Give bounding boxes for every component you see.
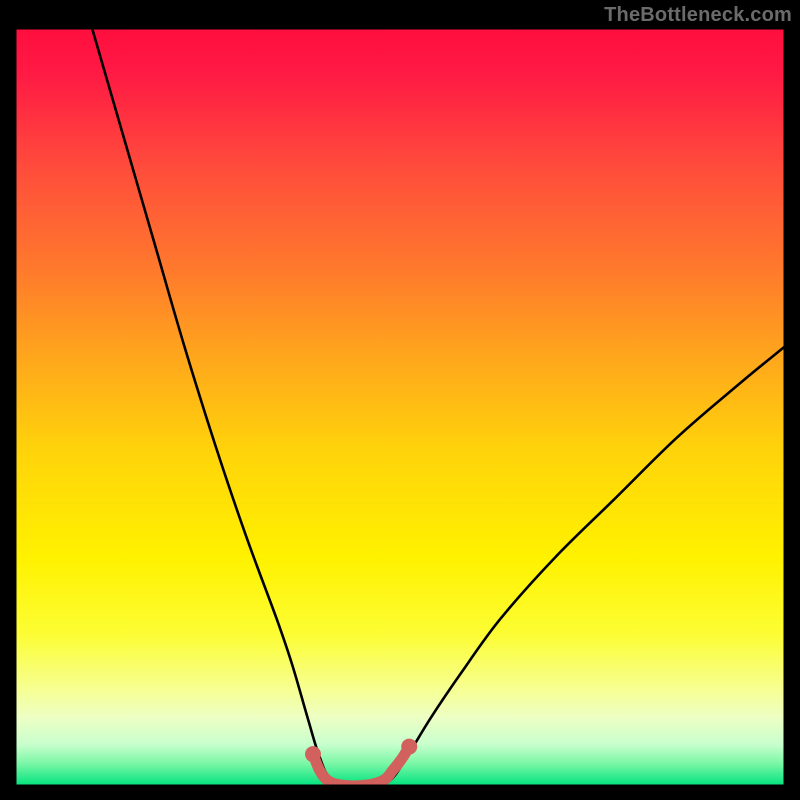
gradient-background: [15, 28, 785, 786]
bottleneck-chart: [0, 0, 800, 800]
watermark-text: TheBottleneck.com: [604, 4, 792, 27]
optimal-range-endpoint-right: [401, 739, 417, 755]
optimal-range-endpoint-left: [305, 746, 321, 762]
chart-stage: { "watermark": "TheBottleneck.com", "col…: [0, 0, 800, 800]
